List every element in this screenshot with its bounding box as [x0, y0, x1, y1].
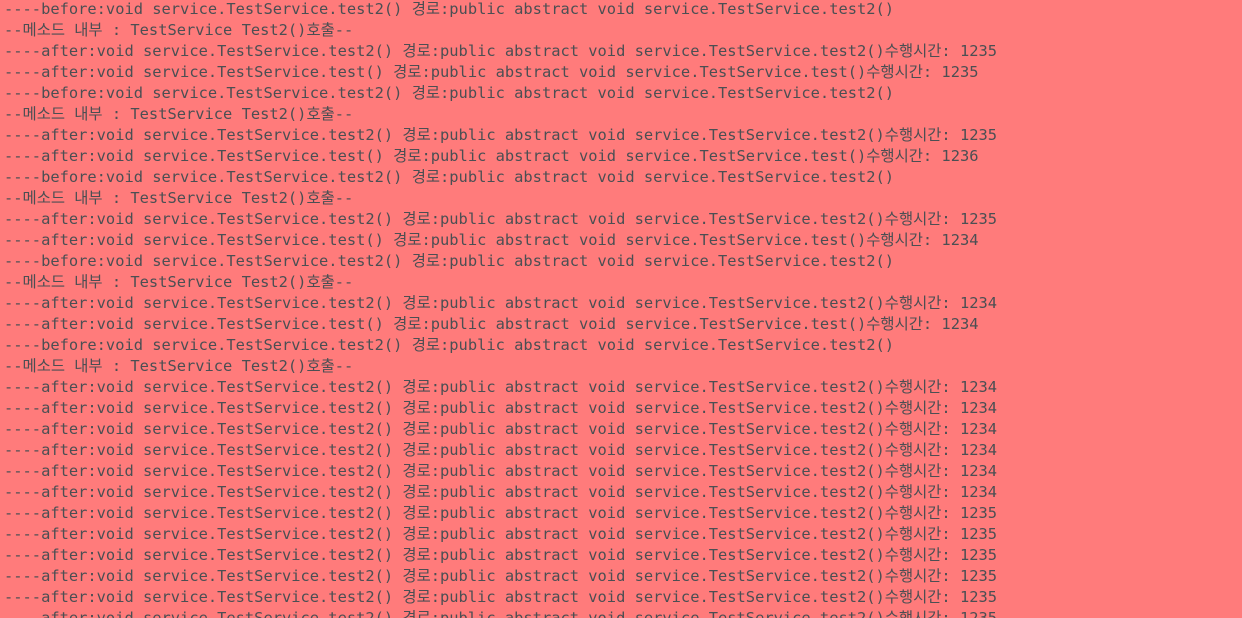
console-log-line: ----after:void service.TestService.test(…: [4, 63, 979, 81]
console-log-line: ----after:void service.TestService.test2…: [4, 42, 998, 60]
console-log-line: ----after:void service.TestService.test2…: [4, 210, 998, 228]
console-log-line: ----before:void service.TestService.test…: [4, 168, 895, 186]
console-log-line: ----after:void service.TestService.test2…: [4, 378, 998, 396]
console-log-line: ----before:void service.TestService.test…: [4, 0, 895, 18]
console-log-line: ----after:void service.TestService.test2…: [4, 567, 998, 585]
console-log-line: --메소드 내부 : TestService Test2()호출--: [4, 273, 354, 291]
console-log-line: ----after:void service.TestService.test2…: [4, 399, 998, 417]
console-log-line: ----before:void service.TestService.test…: [4, 252, 895, 270]
console-log-line: ----after:void service.TestService.test2…: [4, 504, 998, 522]
console-log-line: ----after:void service.TestService.test(…: [4, 231, 979, 249]
console-log-line: --메소드 내부 : TestService Test2()호출--: [4, 189, 354, 207]
console-log-line: ----after:void service.TestService.test2…: [4, 546, 998, 564]
console-log-line: ----after:void service.TestService.test2…: [4, 588, 998, 606]
console-log-line: ----before:void service.TestService.test…: [4, 336, 895, 354]
console-log-line: ----after:void service.TestService.test(…: [4, 315, 979, 333]
console-log-line: ----after:void service.TestService.test2…: [4, 525, 998, 543]
console-log-line: ----after:void service.TestService.test2…: [4, 441, 998, 459]
console-log-list: ----before:void service.TestService.test…: [4, 0, 1242, 618]
console-log-line: ----after:void service.TestService.test2…: [4, 483, 998, 501]
console-output-pane: ----before:void service.TestService.test…: [0, 0, 1242, 618]
console-log-line: ----before:void service.TestService.test…: [4, 84, 895, 102]
console-log-line: --메소드 내부 : TestService Test2()호출--: [4, 357, 354, 375]
console-log-line: ----after:void service.TestService.test(…: [4, 147, 979, 165]
console-log-line: ----after:void service.TestService.test2…: [4, 462, 998, 480]
console-log-line: ----after:void service.TestService.test2…: [4, 609, 998, 618]
console-log-line: --메소드 내부 : TestService Test2()호출--: [4, 21, 354, 39]
console-log-line: --메소드 내부 : TestService Test2()호출--: [4, 105, 354, 123]
console-log-line: ----after:void service.TestService.test2…: [4, 126, 998, 144]
console-log-line: ----after:void service.TestService.test2…: [4, 420, 998, 438]
console-log-line: ----after:void service.TestService.test2…: [4, 294, 998, 312]
